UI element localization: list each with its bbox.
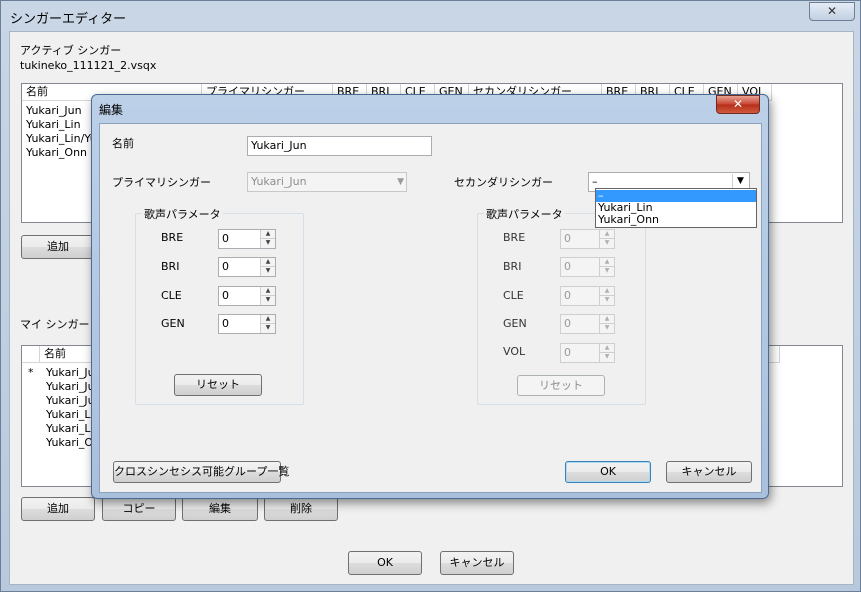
close-icon: ✕	[732, 97, 744, 111]
cle-value: 0	[222, 289, 229, 302]
edit-dialog: 編集 ✕ 名前 Yukari_Jun プライマリシンガー Yukari_Jun …	[91, 94, 769, 499]
col-header-marker	[22, 346, 40, 363]
param-label-bre: BRE	[161, 231, 184, 244]
table-row[interactable]: Yukari_Jun	[26, 104, 82, 118]
active-singer-label: アクティブ シンガー	[20, 44, 122, 57]
param-label-bri-2: BRI	[503, 260, 522, 273]
bre-value: 0	[222, 232, 229, 245]
main-cancel-button[interactable]: キャンセル	[440, 551, 514, 575]
param-label-vol: VOL	[503, 345, 526, 358]
bri2-value: 0	[564, 260, 571, 273]
spin-down-icon: ▼	[599, 239, 614, 248]
close-icon: ✕	[826, 4, 838, 18]
dialog-ok-button[interactable]: OK	[565, 461, 651, 483]
chevron-down-icon: ▼	[397, 177, 404, 187]
primary-singer-value: Yukari_Jun	[251, 175, 307, 188]
edit-button[interactable]: 編集	[182, 497, 258, 521]
list-item[interactable]: Yukari_Ju	[46, 380, 95, 394]
bri-stepper[interactable]: 0 ▲ ▼	[218, 257, 276, 277]
window-title: シンガーエディター	[10, 12, 127, 27]
primary-reset-button[interactable]: リセット	[174, 374, 262, 396]
secondary-singer-value: –	[592, 175, 598, 188]
filename-label: tukineko_111121_2.vsqx	[20, 59, 157, 72]
add-button[interactable]: 追加	[21, 497, 95, 521]
spin-down-icon[interactable]: ▼	[260, 324, 275, 333]
table-row[interactable]: Yukari_Onn	[26, 146, 87, 160]
secondary-singer-label: セカンダリシンガー	[454, 176, 553, 189]
main-close-button[interactable]: ✕	[809, 2, 855, 21]
bre-stepper[interactable]: 0 ▲ ▼	[218, 229, 276, 249]
spin-up-icon: ▲	[599, 287, 614, 296]
dialog-client-area: 名前 Yukari_Jun プライマリシンガー Yukari_Jun ▼ セカン…	[99, 123, 762, 493]
spin-up-icon[interactable]: ▲	[260, 230, 275, 239]
table-row[interactable]: Yukari_Lin	[26, 118, 81, 132]
spin-down-icon: ▼	[599, 353, 614, 362]
vol-value: 0	[564, 346, 571, 359]
bre2-stepper: 0 ▲ ▼	[560, 229, 615, 249]
bri-value: 0	[222, 260, 229, 273]
name-field[interactable]: Yukari_Jun	[247, 136, 432, 156]
gen2-value: 0	[564, 317, 571, 330]
secondary-reset-button: リセット	[517, 375, 605, 396]
main-titlebar[interactable]: シンガーエディター ✕	[1, 1, 860, 31]
param-label-cle-2: CLE	[503, 289, 524, 302]
spin-up-icon: ▲	[599, 258, 614, 267]
vol-stepper: 0 ▲ ▼	[560, 343, 615, 363]
spin-up-icon[interactable]: ▲	[260, 258, 275, 267]
delete-button[interactable]: 削除	[264, 497, 338, 521]
primary-params-group: 歌声パラメータ BRE 0 ▲ ▼ BRI 0 ▲ ▼ CLE 0 ▲ ▼ GE…	[135, 206, 304, 405]
cle-stepper[interactable]: 0 ▲ ▼	[218, 286, 276, 306]
param-label-gen: GEN	[161, 317, 185, 330]
primary-params-title: 歌声パラメータ	[142, 206, 223, 222]
param-label-gen-2: GEN	[503, 317, 527, 330]
dialog-close-button[interactable]: ✕	[716, 95, 760, 114]
spin-up-icon: ▲	[599, 230, 614, 239]
name-label: 名前	[112, 137, 134, 150]
secondary-params-title: 歌声パラメータ	[484, 206, 565, 222]
dialog-title: 編集	[99, 103, 124, 117]
spin-down-icon[interactable]: ▼	[260, 267, 275, 276]
primary-singer-label: プライマリシンガー	[112, 176, 211, 189]
list-item[interactable]: Yukari_Ju	[46, 394, 95, 408]
spin-up-icon: ▲	[599, 344, 614, 353]
param-label-bri: BRI	[161, 260, 180, 273]
spin-down-icon: ▼	[599, 324, 614, 333]
dropdown-option[interactable]: Yukari_Onn	[596, 214, 756, 226]
spin-up-icon[interactable]: ▲	[260, 287, 275, 296]
new-row-marker: *	[28, 366, 34, 379]
gen-value: 0	[222, 317, 229, 330]
spin-down-icon: ▼	[599, 267, 614, 276]
secondary-params-group: 歌声パラメータ BRE 0 ▲ ▼ BRI 0 ▲ ▼ CLE 0 ▲ ▼ GE…	[477, 206, 646, 405]
copy-button[interactable]: コピー	[102, 497, 176, 521]
spin-down-icon[interactable]: ▼	[260, 296, 275, 305]
spin-up-icon[interactable]: ▲	[260, 315, 275, 324]
spin-down-icon: ▼	[599, 296, 614, 305]
cross-synthesis-group-button[interactable]: クロスシンセシス可能グループ一覧	[113, 461, 289, 483]
my-singer-label: マイ シンガー	[20, 318, 90, 331]
secondary-singer-dropdown-list[interactable]: – Yukari_Lin Yukari_Onn	[595, 188, 757, 228]
bri2-stepper: 0 ▲ ▼	[560, 257, 615, 277]
cle2-stepper: 0 ▲ ▼	[560, 286, 615, 306]
main-ok-button[interactable]: OK	[348, 551, 422, 575]
primary-singer-combo: Yukari_Jun ▼	[247, 172, 407, 192]
gen-stepper[interactable]: 0 ▲ ▼	[218, 314, 276, 334]
spin-down-icon[interactable]: ▼	[260, 239, 275, 248]
list-item[interactable]: Yukari_Ju	[46, 366, 95, 380]
add-active-button[interactable]: 追加	[21, 235, 95, 259]
cle2-value: 0	[564, 289, 571, 302]
dialog-cancel-button[interactable]: キャンセル	[666, 461, 752, 483]
param-label-cle: CLE	[161, 289, 182, 302]
gen2-stepper: 0 ▲ ▼	[560, 314, 615, 334]
spin-up-icon: ▲	[599, 315, 614, 324]
bre2-value: 0	[564, 232, 571, 245]
param-label-bre-2: BRE	[503, 231, 526, 244]
